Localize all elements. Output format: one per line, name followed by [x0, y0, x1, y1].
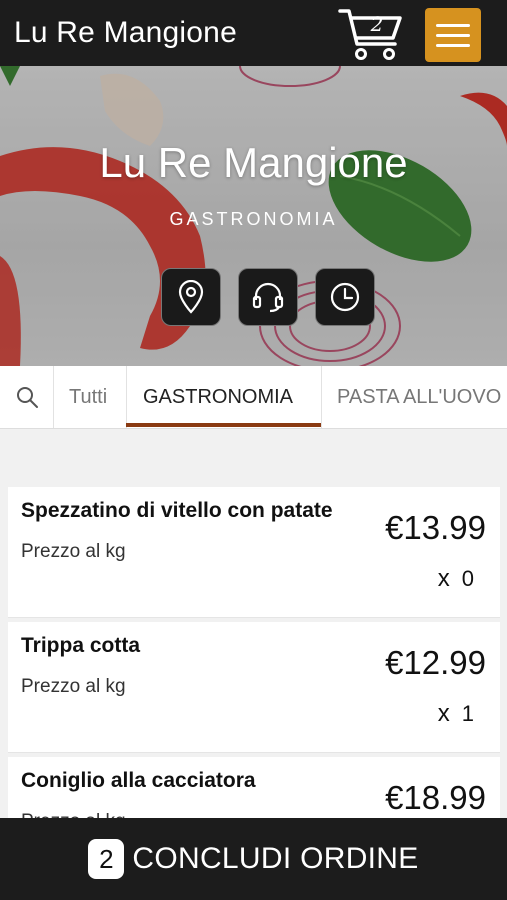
- quantity-value: 1: [461, 701, 474, 726]
- product-price: €13.99: [385, 509, 486, 546]
- tab-pasta-all-uovo[interactable]: PASTA ALL'UOVO: [337, 366, 501, 428]
- location-button[interactable]: [161, 268, 221, 326]
- product-price: €18.99: [385, 779, 486, 816]
- product-name: Spezzatino di vitello con patate: [21, 499, 333, 522]
- quantity-multiplier: x: [437, 700, 450, 727]
- product-quantity: x1: [438, 700, 474, 728]
- headset-icon: [252, 282, 284, 313]
- product-quantity: x0: [438, 565, 474, 593]
- tab-gastronomia[interactable]: GASTRONOMIA: [143, 366, 293, 428]
- top-bar: Lu Re Mangione 2: [0, 0, 507, 66]
- search-button[interactable]: [0, 366, 54, 428]
- product-name: Coniglio alla cacciatora: [21, 769, 256, 792]
- quantity-value: 0: [461, 566, 474, 591]
- product-unit: Prezzo al kg: [21, 676, 126, 697]
- app-title[interactable]: Lu Re Mangione: [14, 16, 237, 50]
- search-icon: [16, 387, 38, 408]
- hero-title: Lu Re Mangione: [99, 139, 408, 186]
- product-card[interactable]: Trippa cotta Prezzo al kg €12.99 x1: [8, 622, 500, 753]
- tab-divider: [126, 366, 127, 428]
- cart-button[interactable]: 2: [337, 6, 405, 64]
- hours-button[interactable]: [315, 268, 375, 326]
- active-tab-indicator: [126, 423, 321, 427]
- menu-button[interactable]: [425, 8, 481, 62]
- product-card[interactable]: Spezzatino di vitello con patate Prezzo …: [8, 487, 500, 618]
- product-name: Trippa cotta: [21, 634, 141, 657]
- hero-banner: Lu Re Mangione GASTRONOMIA: [0, 66, 507, 366]
- tab-tutti[interactable]: Tutti: [69, 366, 107, 428]
- location-pin-icon: [178, 280, 204, 314]
- tab-divider: [321, 366, 322, 428]
- category-tabs: Tutti GASTRONOMIA PASTA ALL'UOVO: [0, 366, 507, 429]
- hero-subtitle: GASTRONOMIA: [169, 209, 338, 229]
- clock-icon: [330, 282, 360, 312]
- cart-count-badge: 2: [370, 12, 384, 36]
- quantity-multiplier: x: [437, 565, 450, 592]
- product-unit: Prezzo al kg: [21, 541, 126, 562]
- order-count-badge: 2: [88, 839, 125, 879]
- product-price: €12.99: [385, 644, 486, 681]
- contact-button[interactable]: [238, 268, 298, 326]
- checkout-button[interactable]: 2 CONCLUDI ORDINE: [0, 818, 507, 900]
- checkout-label: CONCLUDI ORDINE: [132, 842, 419, 875]
